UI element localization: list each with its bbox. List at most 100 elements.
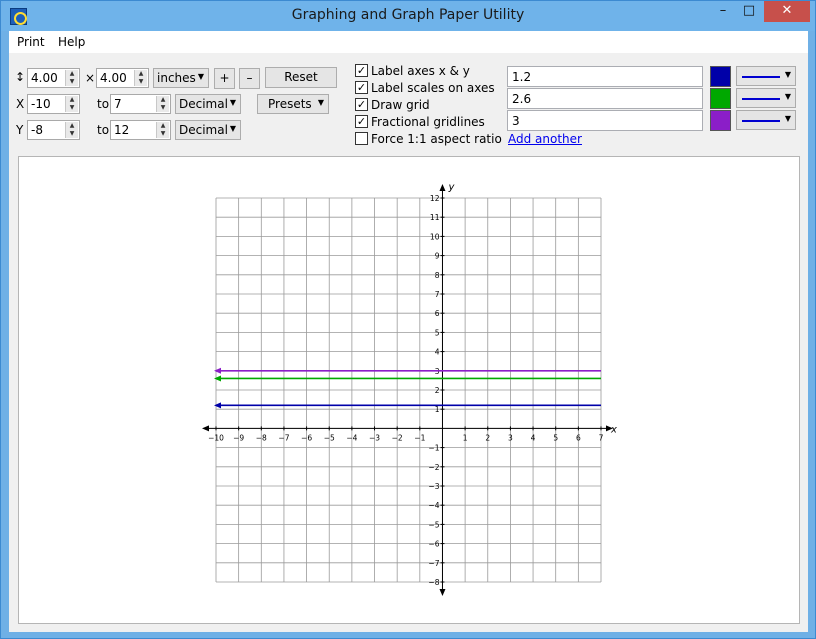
y-format-value: Decimal <box>179 123 228 137</box>
function-expr-3: 3 <box>512 114 520 128</box>
line-style-icon <box>742 76 780 78</box>
x-tick-label: −7 <box>278 433 289 442</box>
x-tick-label: 4 <box>531 433 536 442</box>
y-tick-label: −7 <box>428 559 439 568</box>
option-label-aspect: Force 1:1 aspect ratio <box>371 132 502 146</box>
option-checkbox-3[interactable]: ✓ <box>355 115 368 128</box>
x-tick-label: −1 <box>414 433 425 442</box>
menu-bar: Print Help <box>9 31 808 53</box>
y-tick-label: −2 <box>428 463 439 472</box>
x-tick-label: −9 <box>233 433 244 442</box>
line-style-dropdown-1[interactable]: ▼ <box>736 66 796 86</box>
spinner-arrows-icon[interactable]: ▲ ▼ <box>65 70 78 86</box>
spinner-arrows-icon[interactable]: ▲ ▼ <box>134 70 147 86</box>
chevron-down-icon: ▼ <box>229 98 236 107</box>
x-from-value: -10 <box>31 97 51 111</box>
graph-canvas[interactable]: x y −10 −9 −8 −7 −6 −5 −4 −3 −2 −1 1 2 3 4 5 6 7 12 11 10 9 8 7 6… <box>18 156 800 624</box>
line-style-dropdown-2[interactable]: ▼ <box>736 88 796 108</box>
x-from-spinner[interactable]: -10 ▲ ▼ <box>27 94 80 114</box>
width-spinner[interactable]: 4.00 ▲ ▼ <box>27 68 80 88</box>
y-to-spinner[interactable]: 12 ▲ ▼ <box>110 120 171 140</box>
x-format-value: Decimal <box>179 97 228 111</box>
height-arrows-icon: ↕ <box>15 70 26 84</box>
x-to-value: 7 <box>114 97 122 111</box>
spinner-arrows-icon[interactable]: ▲ ▼ <box>65 96 78 112</box>
y-tick-label: −5 <box>428 520 439 529</box>
decrease-size-button[interactable]: – <box>239 68 260 89</box>
x-tick-label: 3 <box>508 433 513 442</box>
spinner-arrows-icon[interactable]: ▲ ▼ <box>156 122 169 138</box>
client-area: Print Help ↕ 4.00 ▲ ▼ × 4.00 ▲ ▼ inches ▼ … <box>9 31 808 632</box>
x-tick-label: 6 <box>576 433 581 442</box>
function-color-2[interactable] <box>710 88 731 109</box>
menu-help[interactable]: Help <box>58 35 85 49</box>
option-label-label-axes: Label axes x & y <box>371 64 470 78</box>
function-color-1[interactable] <box>710 66 731 87</box>
menu-print[interactable]: Print <box>17 35 45 49</box>
x-axis-label: x <box>610 424 617 435</box>
x-format-dropdown[interactable]: Decimal ▼ <box>175 94 241 114</box>
presets-dropdown[interactable]: Presets ▼ <box>257 94 329 114</box>
function-input-1[interactable]: 1.2 <box>507 66 703 87</box>
line-style-dropdown-3[interactable]: ▼ <box>736 110 796 130</box>
option-label-draw-grid: Draw grid <box>371 98 430 112</box>
x-to-label: to <box>97 97 110 111</box>
function-expr-1: 1.2 <box>512 70 532 84</box>
minimize-button[interactable]: – <box>710 1 736 22</box>
chevron-down-icon: ▼ <box>784 92 791 101</box>
x-tick-label: −6 <box>301 433 312 442</box>
y-from-spinner[interactable]: -8 ▲ ▼ <box>27 120 80 140</box>
y-axis-arrow-down-icon <box>439 589 446 596</box>
y-axis-arrow-up-icon <box>439 184 446 191</box>
line-style-icon <box>742 98 780 100</box>
y-tick-label: −1 <box>428 444 439 453</box>
units-dropdown[interactable]: inches ▼ <box>153 68 209 88</box>
y-tick-label: 10 <box>430 232 440 241</box>
option-checkbox-0[interactable]: ✓ <box>355 64 368 77</box>
option-label-label-scales: Label scales on axes <box>371 81 495 95</box>
function-expr-2: 2.6 <box>512 92 532 106</box>
y-from-value: -8 <box>31 123 43 137</box>
x-tick-label: −2 <box>392 433 403 442</box>
increase-size-button[interactable]: + <box>214 68 235 89</box>
y-to-value: 12 <box>114 123 130 137</box>
spinner-arrows-icon[interactable]: ▲ ▼ <box>65 122 78 138</box>
y-tick-label: −3 <box>428 482 439 491</box>
y-tick-label: −8 <box>428 578 439 587</box>
option-checkbox-1[interactable]: ✓ <box>355 81 368 94</box>
spinner-arrows-icon[interactable]: ▲ ▼ <box>156 96 169 112</box>
function-color-3[interactable] <box>710 110 731 131</box>
x-tick-label: 1 <box>463 433 468 442</box>
option-checkbox-4[interactable] <box>355 132 368 145</box>
option-label-fractional: Fractional gridlines <box>371 115 485 129</box>
function-input-2[interactable]: 2.6 <box>507 88 703 109</box>
chevron-down-icon: ▼ <box>229 124 236 133</box>
maximize-button[interactable]: □ <box>736 1 762 22</box>
y-tick-label: −6 <box>428 540 439 549</box>
y-range-label: Y <box>16 123 24 137</box>
x-tick-label: 2 <box>485 433 490 442</box>
chevron-down-icon: ▼ <box>784 114 791 123</box>
y-tick-label: 6 <box>435 309 440 318</box>
x-tick-label: −8 <box>256 433 267 442</box>
series-arrow-icon <box>214 375 221 382</box>
window-title: Graphing and Graph Paper Utility <box>291 7 525 23</box>
x-tick-label: −3 <box>369 433 380 442</box>
y-format-dropdown[interactable]: Decimal ▼ <box>175 120 241 140</box>
title-bar[interactable]: Graphing and Graph Paper Utility – □ ✕ <box>1 1 815 31</box>
reset-button[interactable]: Reset <box>265 67 337 88</box>
y-to-label: to <box>97 123 110 137</box>
line-style-icon <box>742 120 780 122</box>
height-value: 4.00 <box>100 71 127 85</box>
height-spinner[interactable]: 4.00 ▲ ▼ <box>96 68 149 88</box>
y-axis-label: y <box>447 182 455 193</box>
y-tick-label: −4 <box>428 501 439 510</box>
option-checkbox-2[interactable]: ✓ <box>355 98 368 111</box>
y-tick-label: 5 <box>435 328 440 337</box>
close-button[interactable]: ✕ <box>764 1 810 22</box>
chevron-down-icon: ▼ <box>784 70 791 79</box>
x-to-spinner[interactable]: 7 ▲ ▼ <box>110 94 171 114</box>
series-arrow-icon <box>214 402 221 409</box>
add-another-link[interactable]: Add another <box>508 132 582 146</box>
function-input-3[interactable]: 3 <box>507 110 703 131</box>
